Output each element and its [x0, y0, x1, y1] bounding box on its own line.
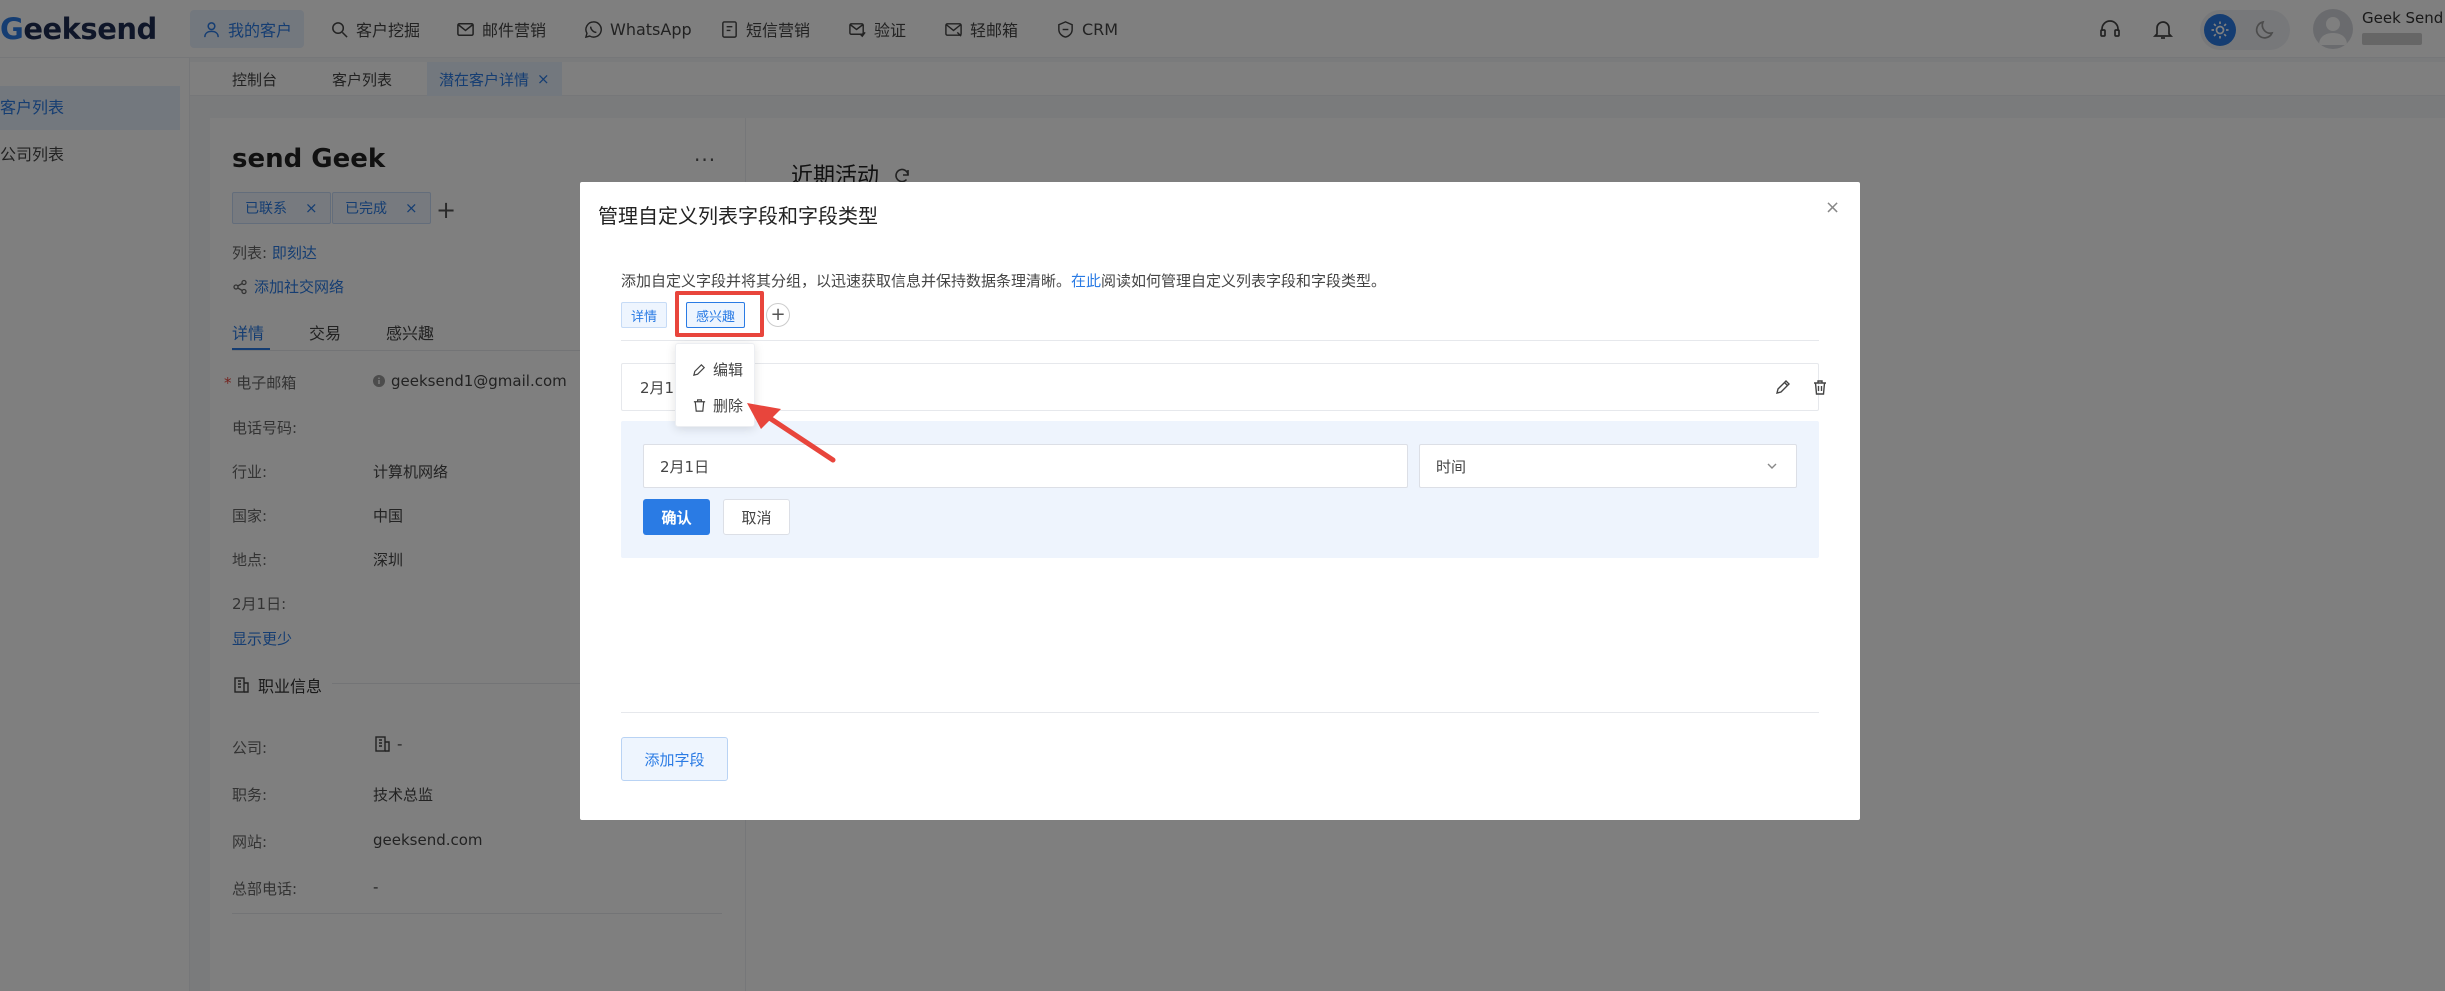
pencil-icon[interactable]	[1774, 378, 1792, 396]
group-context-menu: 编辑 删除	[675, 343, 755, 427]
manage-custom-fields-modal: 管理自定义列表字段和字段类型 × 添加自定义字段并将其分组，以迅速获取信息并保持…	[580, 182, 1860, 820]
add-group-icon[interactable]: +	[766, 303, 790, 327]
modal-title: 管理自定义列表字段和字段类型	[598, 204, 878, 228]
trash-icon	[693, 399, 706, 412]
field-type-select[interactable]: 时间	[1419, 444, 1797, 488]
modal-description: 添加自定义字段并将其分组，以迅速获取信息并保持数据条理清晰。在此阅读如何管理自定…	[621, 272, 1387, 290]
pencil-icon	[693, 363, 706, 376]
help-link[interactable]: 在此	[1071, 272, 1101, 290]
add-field-button[interactable]: 添加字段	[621, 737, 728, 781]
cancel-button[interactable]: 取消	[723, 499, 790, 535]
chevron-down-icon	[1767, 463, 1777, 469]
menu-item-edit[interactable]: 编辑	[692, 359, 743, 380]
divider	[621, 712, 1819, 713]
close-icon[interactable]: ×	[1825, 197, 1840, 218]
menu-item-delete[interactable]: 删除	[692, 395, 743, 416]
highlight-box	[675, 291, 764, 337]
trash-icon[interactable]	[1811, 378, 1829, 396]
divider	[621, 340, 1819, 341]
custom-field-name: 2月1	[640, 379, 675, 397]
field-group-tab-details[interactable]: 详情	[621, 302, 668, 328]
annotation-arrow	[747, 403, 836, 463]
confirm-button[interactable]: 确认	[643, 499, 710, 535]
